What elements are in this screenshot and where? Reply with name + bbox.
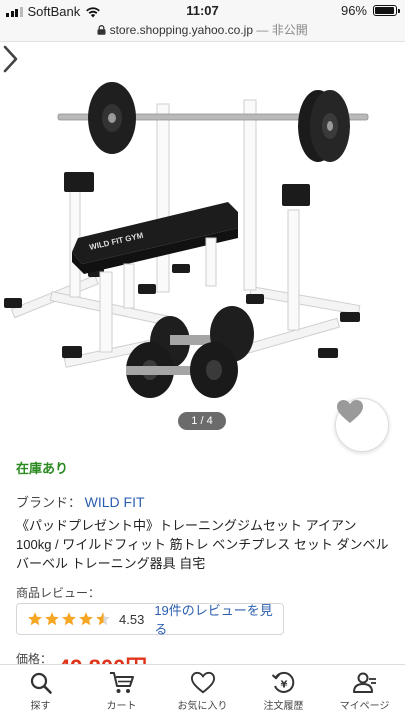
battery-icon — [373, 5, 400, 16]
nav-label-mypage: マイページ — [339, 701, 390, 712]
product-image-carousel[interactable]: WILD FIT GYM 1 / 4 — [0, 42, 405, 452]
security-status: 非公開 — [271, 23, 308, 37]
status-bar: SoftBank 11:07 96% — [0, 0, 405, 22]
heart-icon — [190, 671, 215, 694]
url-text: store.shopping.yahoo.co.jp — [109, 23, 254, 37]
url-separator: — — [256, 23, 269, 37]
star-icon — [45, 612, 59, 626]
nav-favorites[interactable]: お気に入り — [162, 665, 243, 720]
nav-label-cart: カート — [106, 701, 137, 712]
review-summary[interactable]: 4.53 19件のレビューを見る — [16, 600, 284, 638]
review-label: 商品レビュー： — [16, 586, 101, 600]
nav-label-favorites: お気に入り — [177, 701, 228, 712]
product-photo: WILD FIT GYM — [4, 82, 369, 398]
barbell-plate-left — [88, 82, 136, 154]
brand-label: ブランド： — [16, 495, 82, 510]
brand-link[interactable]: WILD FIT — [85, 494, 145, 510]
order-history-icon: ¥ — [271, 671, 294, 693]
battery-percent: 96% — [340, 3, 367, 18]
brand-row: ブランド： WILD FIT — [16, 492, 145, 511]
nav-label-search: 探す — [30, 701, 51, 712]
cart-icon — [109, 672, 134, 693]
nav-cart[interactable]: カート — [81, 665, 162, 720]
image-pager: 1 / 4 — [178, 412, 226, 430]
stock-status: 在庫あり — [16, 461, 69, 476]
star-icon — [79, 612, 93, 626]
nav-label-order-history: 注文履歴 — [263, 701, 304, 712]
star-icon — [28, 612, 42, 626]
svg-text:¥: ¥ — [280, 680, 287, 691]
barbell-plate-right — [298, 90, 350, 162]
search-icon — [30, 672, 52, 694]
nav-order-history[interactable]: ¥ 注文履歴 — [243, 665, 324, 720]
next-image-arrow[interactable] — [0, 42, 22, 76]
favorite-button[interactable] — [335, 398, 389, 452]
bottom-navigation: 探す カート お気に入り ¥ 注文履歴 マイページ — [0, 664, 405, 720]
star-icon — [62, 612, 76, 626]
heart-icon — [337, 400, 363, 423]
nav-mypage[interactable]: マイページ — [324, 665, 405, 720]
rating-score: 4.53 — [119, 611, 145, 627]
nav-search[interactable]: 探す — [0, 665, 81, 720]
review-link[interactable]: 19件のレビューを見る — [154, 600, 283, 638]
product-title: 《パッドプレゼント中》トレーニングジムセット アイアン100kg / ワイルドフ… — [16, 518, 389, 571]
battery-group: 96% — [340, 3, 400, 18]
safety-holders — [64, 172, 310, 206]
star-rating — [27, 611, 111, 627]
user-icon — [352, 672, 376, 693]
star-icon — [96, 612, 110, 626]
lock-icon — [97, 25, 106, 35]
url-bar[interactable]: store.shopping.yahoo.co.jp — 非公開 — [0, 22, 405, 42]
